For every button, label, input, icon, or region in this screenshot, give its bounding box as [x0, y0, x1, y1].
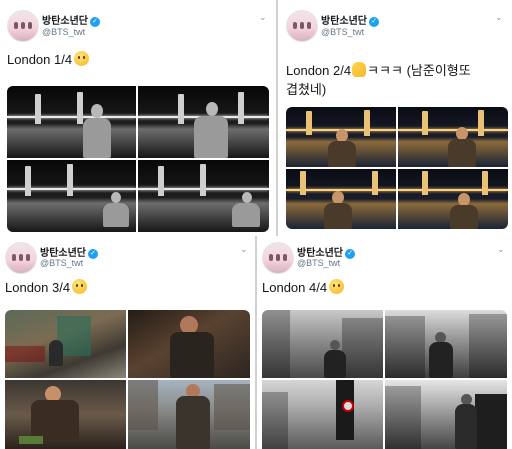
tweet-text: London 3/4 [5, 278, 88, 297]
tweet-london-2[interactable]: 방탄소년단 ✓ @BTS_twt ⌄ London 2/4 ㅋㅋㅋ (남준이형또 겹… [279, 0, 512, 236]
chevron-down-icon[interactable]: ⌄ [497, 244, 505, 255]
verified-badge-icon: ✓ [345, 249, 355, 259]
avatar[interactable] [5, 242, 37, 274]
photo[interactable] [385, 380, 507, 449]
photo[interactable] [398, 169, 508, 229]
handle[interactable]: @BTS_twt [40, 258, 83, 268]
photo[interactable] [286, 169, 396, 229]
tweet-london-3[interactable]: 방탄소년단 ✓ @BTS_twt ⌄ London 3/4 [0, 236, 255, 449]
display-name[interactable]: 방탄소년단 ✓ [40, 244, 98, 259]
photo[interactable] [385, 310, 507, 378]
photo-grid [5, 310, 250, 449]
photo-grid [286, 107, 508, 229]
avatar[interactable] [262, 242, 294, 274]
photo-grid [262, 310, 507, 449]
verified-badge-icon: ✓ [88, 249, 98, 259]
verified-badge-icon: ✓ [369, 17, 379, 27]
photo[interactable] [5, 310, 126, 378]
tweet-london-4[interactable]: 방탄소년단 ✓ @BTS_twt ⌄ London 4/4 [257, 236, 512, 449]
chevron-down-icon[interactable]: ⌄ [259, 12, 267, 23]
chevron-down-icon[interactable]: ⌄ [240, 244, 248, 255]
column-divider [276, 0, 278, 236]
photo[interactable] [5, 380, 126, 449]
avatar[interactable] [286, 10, 318, 42]
photo-grid [7, 86, 269, 232]
photo[interactable] [7, 160, 136, 232]
photo[interactable] [128, 380, 250, 449]
handle[interactable]: @BTS_twt [321, 27, 364, 37]
display-name[interactable]: 방탄소년단 ✓ [297, 244, 355, 259]
display-name[interactable]: 방탄소년단 ✓ [42, 12, 100, 27]
waving-hand-emoji-icon [352, 62, 367, 77]
photo[interactable] [7, 86, 136, 158]
display-name[interactable]: 방탄소년단 ✓ [321, 12, 379, 27]
photo[interactable] [262, 310, 383, 378]
smiling-face-emoji-icon [74, 51, 90, 66]
relieved-face-emoji-icon [72, 279, 88, 294]
photo[interactable] [398, 107, 508, 167]
photo[interactable] [262, 380, 383, 449]
tweet-text: London 2/4 ㅋㅋㅋ (남준이형또 겹쳤네) [286, 62, 471, 97]
tweet-text: London 4/4 [262, 278, 345, 297]
avatar[interactable] [7, 10, 39, 42]
photo[interactable] [138, 160, 269, 232]
photo[interactable] [286, 107, 396, 167]
handle[interactable]: @BTS_twt [297, 258, 340, 268]
verified-badge-icon: ✓ [90, 17, 100, 27]
photo[interactable] [138, 86, 269, 158]
handle[interactable]: @BTS_twt [42, 27, 85, 37]
tweet-london-1[interactable]: 방탄소년단 ✓ @BTS_twt ⌄ London 1/4 [0, 0, 276, 236]
chevron-down-icon[interactable]: ⌄ [495, 12, 503, 23]
tweet-text: London 1/4 [7, 50, 90, 69]
photo[interactable] [128, 310, 250, 378]
winking-tongue-emoji-icon [329, 279, 345, 294]
